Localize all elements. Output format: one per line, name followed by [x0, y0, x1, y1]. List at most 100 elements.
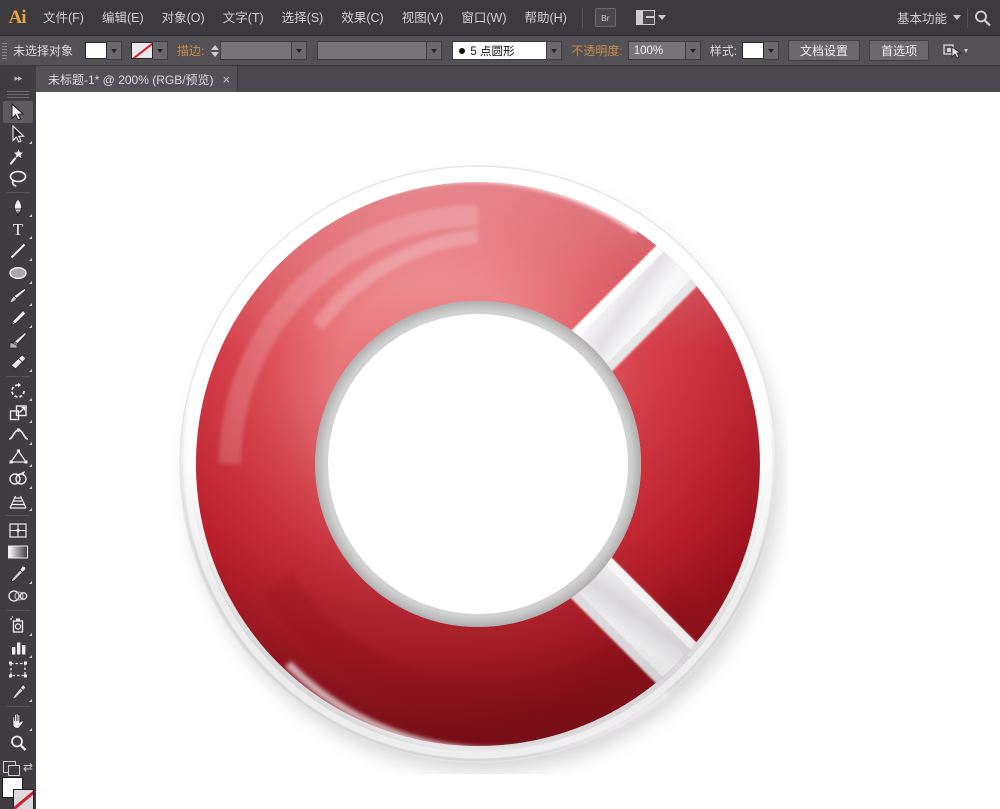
stroke-weight-label: 描边:: [168, 42, 209, 59]
arrange-documents-button[interactable]: [636, 10, 666, 25]
stepper-down-icon: [211, 52, 219, 57]
menu-bar: Ai 文件(F) 编辑(E) 对象(O) 文字(T) 选择(S) 效果(C) 视…: [0, 0, 1000, 36]
menu-divider: [582, 8, 583, 28]
tool-shape-builder[interactable]: [3, 468, 33, 490]
tool-column-graph[interactable]: [3, 637, 33, 659]
flyout-triangle-icon: [29, 420, 32, 423]
tool-slice[interactable]: [3, 681, 33, 703]
stroke-weight-group[interactable]: [220, 41, 307, 60]
search-icon[interactable]: [974, 0, 1000, 36]
artboard-canvas[interactable]: [36, 92, 1000, 809]
tool-magic-wand[interactable]: [3, 145, 33, 167]
tool-free-transform[interactable]: [3, 446, 33, 468]
default-fill-stroke-icon[interactable]: [3, 761, 16, 773]
tool-symbol-sprayer[interactable]: [3, 614, 33, 636]
tool-gradient[interactable]: [3, 541, 33, 563]
tool-perspective-grid[interactable]: [3, 490, 33, 512]
tools-divider: [6, 376, 30, 377]
stroke-weight-input[interactable]: [220, 41, 292, 60]
menu-effect[interactable]: 效果(C): [332, 0, 392, 36]
tool-pen[interactable]: [3, 196, 33, 218]
variable-width-profile-group[interactable]: 5 点圆形: [452, 41, 562, 60]
fill-swatch[interactable]: [85, 42, 107, 59]
flyout-triangle-icon: [29, 655, 32, 658]
tools-divider: [6, 610, 30, 611]
illustrator-window: Ai 文件(F) 编辑(E) 对象(O) 文字(T) 选择(S) 效果(C) 视…: [0, 0, 1000, 809]
tool-lasso[interactable]: [3, 167, 33, 189]
svg-text:T: T: [13, 220, 24, 238]
tool-blend[interactable]: [3, 585, 33, 607]
menu-type[interactable]: 文字(T): [214, 0, 273, 36]
select-similar-objects-button[interactable]: [943, 43, 961, 59]
document-setup-button[interactable]: 文档设置: [788, 40, 860, 61]
tool-type[interactable]: T: [3, 218, 33, 240]
tool-direct-selection[interactable]: [3, 123, 33, 145]
menu-edit[interactable]: 编辑(E): [93, 0, 153, 36]
graphic-style-dropdown-button[interactable]: [764, 41, 779, 60]
fill-dropdown-button[interactable]: [107, 41, 122, 60]
stroke-color-group[interactable]: [131, 41, 168, 60]
arrange-documents-icon: [636, 10, 655, 25]
tool-paintbrush[interactable]: [3, 285, 33, 307]
flyout-triangle-icon: [29, 633, 32, 636]
fill-color-group[interactable]: [85, 41, 122, 60]
tool-rotate[interactable]: [3, 380, 33, 402]
tool-ellipse[interactable]: [3, 262, 33, 284]
tool-selection[interactable]: [3, 101, 33, 123]
stroke-dropdown-button[interactable]: [153, 41, 168, 60]
tool-eraser[interactable]: [3, 351, 33, 373]
flyout-triangle-icon: [29, 464, 32, 467]
menu-view[interactable]: 视图(V): [393, 0, 453, 36]
tools-bottom-group: ⇄: [2, 758, 34, 809]
menu-object[interactable]: 对象(O): [153, 0, 214, 36]
tool-scale[interactable]: [3, 402, 33, 424]
tool-blob-brush[interactable]: [3, 329, 33, 351]
tool-pencil[interactable]: [3, 307, 33, 329]
flyout-triangle-icon: [29, 699, 32, 702]
tools-panel-drag-handle[interactable]: [7, 90, 29, 98]
flyout-triangle-icon: [29, 398, 32, 401]
document-tab[interactable]: 未标题-1* @ 200% (RGB/预览) ×: [36, 66, 238, 92]
toolbar-stroke-swatch-none-icon[interactable]: [13, 789, 34, 809]
graphic-style-group[interactable]: [742, 41, 779, 60]
document-tab-title: 未标题-1* @ 200% (RGB/预览): [48, 71, 214, 88]
flyout-triangle-icon: [29, 486, 32, 489]
menu-select[interactable]: 选择(S): [273, 0, 333, 36]
opacity-dropdown-button[interactable]: [686, 41, 701, 60]
tools-divider: [6, 706, 30, 707]
tool-line-segment[interactable]: [3, 240, 33, 262]
preferences-button[interactable]: 首选项: [869, 40, 929, 61]
flyout-triangle-icon: [29, 369, 32, 372]
tool-artboard[interactable]: [3, 659, 33, 681]
variable-width-profile-input[interactable]: 5 点圆形: [452, 41, 547, 60]
tool-hand[interactable]: [3, 710, 33, 732]
tools-panel-collapse-button[interactable]: ▸▸: [0, 66, 36, 90]
menu-help[interactable]: 帮助(H): [516, 0, 576, 36]
tool-eyedropper[interactable]: [3, 563, 33, 585]
opacity-input[interactable]: 100%: [628, 41, 686, 60]
opacity-group[interactable]: 100%: [628, 41, 701, 60]
swap-fill-stroke-icon[interactable]: ⇄: [23, 760, 33, 774]
flyout-triangle-icon: [29, 508, 32, 511]
bridge-icon[interactable]: Br: [595, 8, 616, 27]
close-icon[interactable]: ×: [223, 73, 231, 86]
menu-file[interactable]: 文件(F): [34, 0, 93, 36]
control-bar-grip[interactable]: [0, 36, 9, 66]
fill-stroke-mini-row: ⇄: [3, 760, 33, 774]
variable-width-profile-dropdown-button[interactable]: [547, 41, 562, 60]
tool-zoom[interactable]: [3, 732, 33, 754]
stroke-weight-dropdown-button[interactable]: [292, 41, 307, 60]
tool-mesh[interactable]: [3, 519, 33, 541]
tool-width[interactable]: [3, 424, 33, 446]
tools-divider: [6, 192, 30, 193]
selection-status-label: 未选择对象: [9, 42, 85, 59]
stroke-swatch-none-icon[interactable]: [131, 42, 153, 59]
brush-definition-input[interactable]: [317, 41, 427, 60]
workspace-chevron-down-icon[interactable]: [953, 15, 961, 20]
graphic-style-swatch[interactable]: [742, 42, 764, 59]
brush-definition-dropdown-button[interactable]: [427, 41, 442, 60]
stroke-weight-stepper[interactable]: [209, 41, 220, 60]
lifebuoy-artwork[interactable]: [168, 154, 788, 774]
brush-definition-group[interactable]: [317, 41, 442, 60]
menu-window[interactable]: 窗口(W): [452, 0, 515, 36]
